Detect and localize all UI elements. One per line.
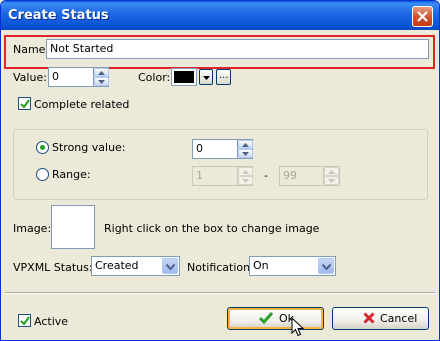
- strong-value-radio[interactable]: [36, 141, 49, 154]
- range-from-spin-down[interactable]: [238, 176, 253, 185]
- image-hint: Right click on the box to change image: [104, 222, 320, 235]
- complete-related-checkbox[interactable]: [18, 97, 31, 110]
- color-dropdown-button[interactable]: [199, 69, 213, 85]
- name-input[interactable]: Not Started: [46, 39, 429, 59]
- radio-selected-dot: [40, 145, 45, 150]
- name-label: Name: [13, 43, 46, 56]
- color-picker[interactable]: [171, 68, 197, 86]
- range-to-spinner[interactable]: [323, 167, 339, 185]
- window-title: Create Status: [8, 8, 109, 23]
- mouse-cursor-icon: [291, 316, 305, 340]
- notification-value: On: [253, 259, 269, 272]
- create-status-dialog: Create Status Name Not Started Value: 0 …: [0, 0, 440, 341]
- range-to-spin-down[interactable]: [324, 176, 339, 185]
- value-input-value: 0: [52, 70, 59, 83]
- strong-value-spin-down[interactable]: [238, 149, 253, 158]
- color-swatch: [174, 71, 194, 83]
- vpxml-status-select[interactable]: Created: [91, 256, 180, 276]
- notification-select[interactable]: On: [249, 256, 336, 276]
- value-spin-down[interactable]: [94, 77, 109, 86]
- complete-related-label: Complete related: [34, 98, 130, 111]
- strong-value-spinner[interactable]: [237, 140, 253, 158]
- range-from-spinner[interactable]: [237, 167, 253, 185]
- cancel-button-label: Cancel: [380, 312, 418, 325]
- ok-button[interactable]: Ok: [227, 307, 324, 330]
- cancel-button[interactable]: Cancel: [332, 307, 429, 330]
- notification-label: Notification:: [187, 261, 254, 274]
- notification-dropdown-button[interactable]: [318, 258, 334, 274]
- image-box[interactable]: [51, 205, 95, 249]
- active-label: Active: [34, 315, 69, 328]
- range-to-spin-up[interactable]: [324, 167, 339, 176]
- close-button[interactable]: [412, 6, 433, 27]
- range-separator: -: [264, 169, 268, 182]
- value-spinner[interactable]: [93, 68, 109, 86]
- value-spin-up[interactable]: [94, 68, 109, 77]
- name-input-value: Not Started: [50, 42, 114, 55]
- footer-separator: [5, 292, 435, 294]
- active-checkbox[interactable]: [18, 314, 31, 327]
- range-from-value: 1: [196, 169, 203, 182]
- image-label: Image:: [13, 222, 52, 235]
- color-more-button[interactable]: ...: [216, 69, 231, 85]
- color-more-label: ...: [219, 70, 229, 81]
- range-to-value: 99: [283, 169, 297, 182]
- close-icon: [363, 312, 375, 327]
- range-from-spin-up[interactable]: [238, 167, 253, 176]
- vpxml-status-label: VPXML Status:: [13, 261, 93, 274]
- title-bar[interactable]: Create Status: [1, 1, 439, 30]
- range-label: Range:: [52, 168, 91, 181]
- range-radio[interactable]: [36, 168, 49, 181]
- check-icon: [258, 312, 274, 327]
- vpxml-status-value: Created: [95, 259, 139, 272]
- strong-value-input-value: 0: [196, 142, 203, 155]
- strong-value-label: Strong value:: [52, 141, 126, 154]
- color-label: Color:: [138, 71, 171, 84]
- value-label: Value:: [13, 71, 47, 84]
- strong-value-spin-up[interactable]: [238, 140, 253, 149]
- vpxml-status-dropdown-button[interactable]: [162, 258, 178, 274]
